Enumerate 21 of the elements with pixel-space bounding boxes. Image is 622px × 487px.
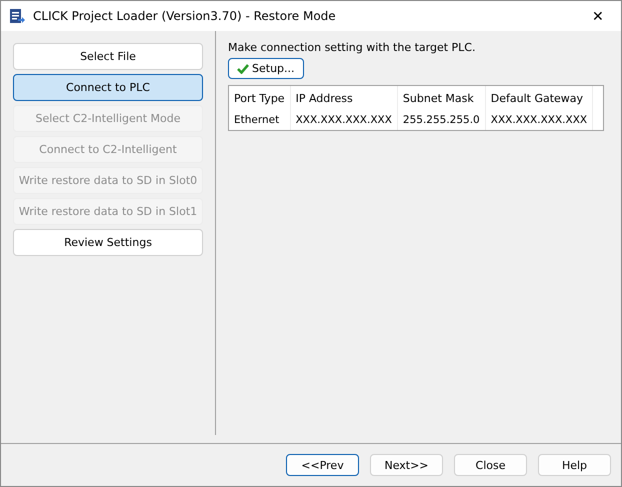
- close-button[interactable]: ✕: [575, 1, 621, 31]
- step-button[interactable]: Select File: [13, 43, 203, 70]
- setup-button[interactable]: Setup...: [228, 58, 304, 79]
- dialog-button[interactable]: Next>>: [370, 454, 443, 476]
- table-cell: Ethernet: [229, 109, 290, 130]
- step-button[interactable]: Review Settings: [13, 229, 203, 256]
- column-header: Default Gateway: [485, 86, 593, 109]
- column-header: IP Address: [290, 86, 398, 109]
- table-cell: XXX.XXX.XXX.XXX: [485, 109, 593, 130]
- dialog-button[interactable]: Close: [454, 454, 527, 476]
- step-button[interactable]: Connect to PLC: [13, 74, 203, 101]
- dialog-button[interactable]: <<Prev: [286, 454, 359, 476]
- column-header: Port Type: [229, 86, 290, 109]
- column-header: Subnet Mask: [397, 86, 486, 109]
- instruction-text: Make connection setting with the target PLC.: [228, 41, 476, 54]
- table-cell: XXX.XXX.XXX.XXX: [290, 109, 398, 130]
- app-icon: [9, 8, 25, 24]
- checkmark-icon: [237, 64, 249, 74]
- table-cell: 255.255.255.0: [397, 109, 486, 130]
- window-title: CLICK Project Loader (Version3.70) - Restore Mode: [33, 9, 337, 23]
- dialog-button[interactable]: Help: [538, 454, 611, 476]
